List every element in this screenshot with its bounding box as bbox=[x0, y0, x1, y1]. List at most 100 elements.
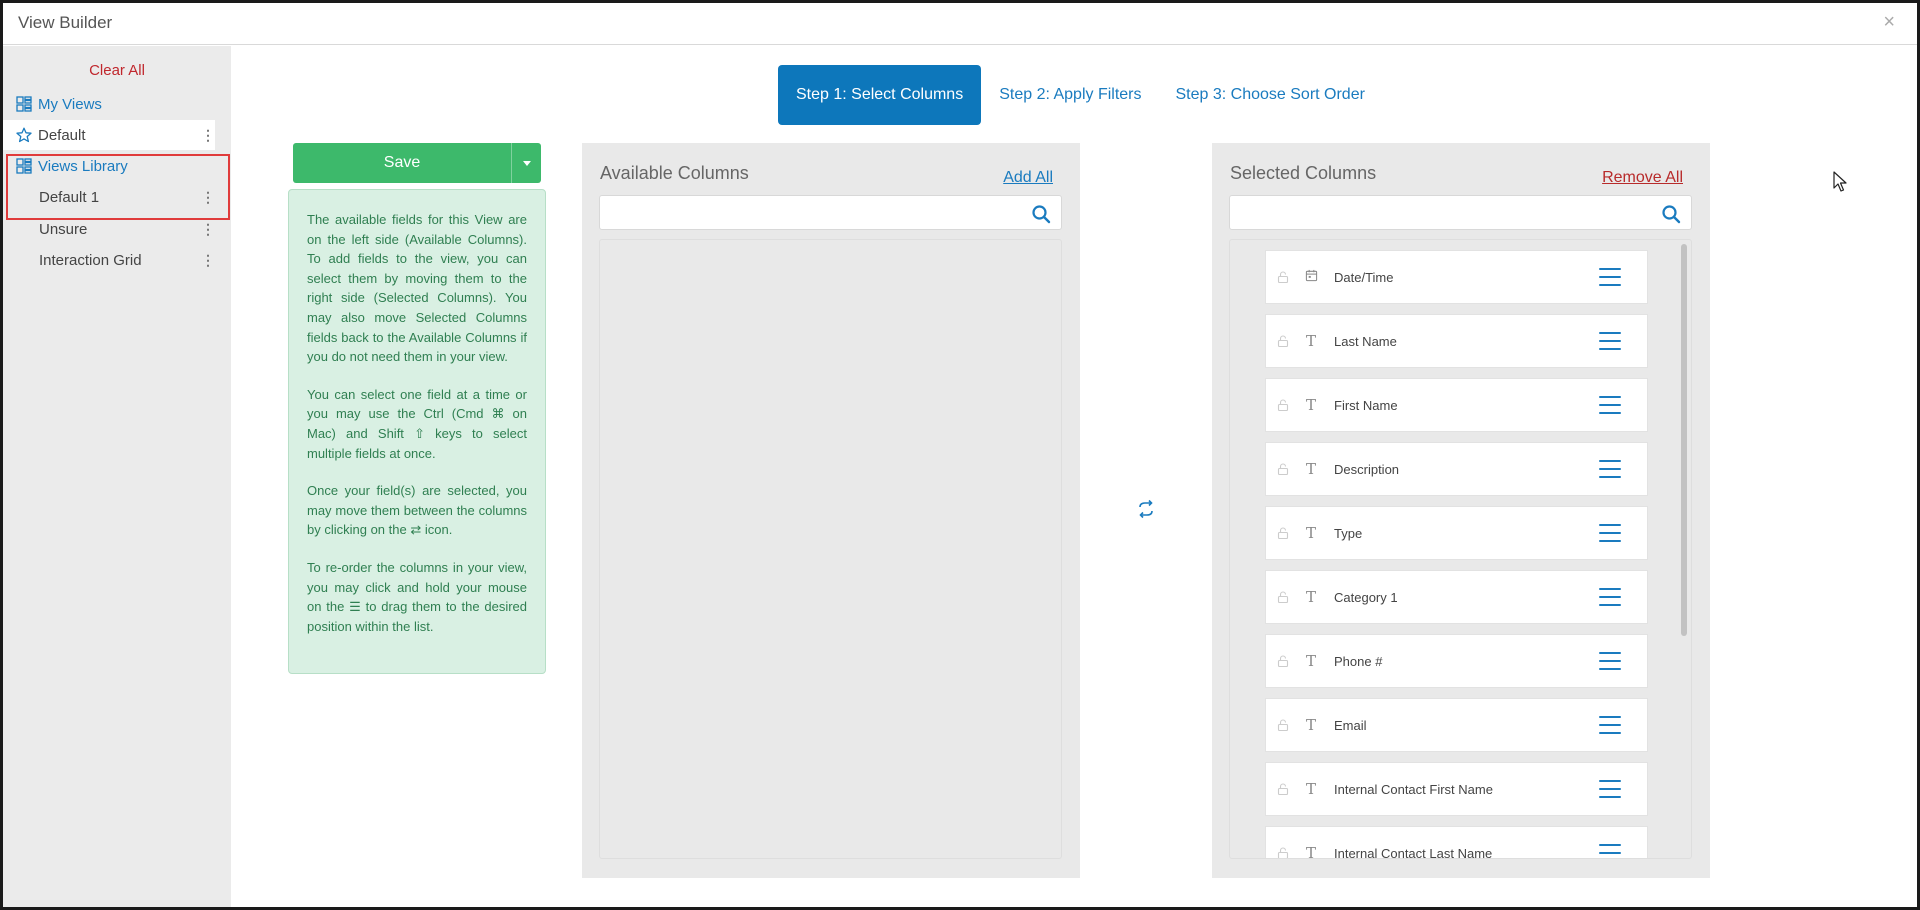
text-type-icon: T bbox=[1305, 844, 1316, 859]
swap-icon[interactable] bbox=[1136, 499, 1156, 519]
sidebar-item-my-views[interactable]: My Views bbox=[3, 89, 215, 119]
sidebar-item-label: My Views bbox=[38, 95, 102, 113]
panel-title: Available Columns bbox=[600, 163, 749, 183]
window-title: View Builder bbox=[18, 13, 113, 32]
more-menu-icon[interactable]: ⋮ bbox=[201, 253, 215, 267]
lock-icon[interactable] bbox=[1276, 718, 1290, 732]
step-nav: Step 1: Select Columns Step 2: Apply Fil… bbox=[778, 65, 1381, 125]
save-label: Save bbox=[383, 154, 421, 171]
view-builder-window: View Builder × Clear All My Views Defaul… bbox=[0, 0, 1920, 910]
text-type-icon: T bbox=[1305, 588, 1316, 606]
column-name: Description bbox=[1334, 461, 1400, 477]
selected-column-item[interactable]: T Last Name bbox=[1265, 314, 1648, 368]
library-item-default-1[interactable]: Default 1 ⋮ bbox=[3, 182, 215, 212]
selected-columns-list[interactable]: Date/Time T Last Name T First Name T Descripti… bbox=[1229, 239, 1692, 859]
help-text: icon. bbox=[421, 522, 453, 538]
available-search-input[interactable] bbox=[600, 196, 1020, 229]
selected-column-item[interactable]: T Email bbox=[1265, 698, 1648, 752]
library-item-label: Default 1 bbox=[39, 188, 100, 206]
remove-all-link[interactable]: Remove All bbox=[1602, 169, 1683, 187]
tab-step-1-select-columns[interactable]: Step 1: Select Columns bbox=[778, 65, 982, 125]
column-name: Email bbox=[1334, 717, 1367, 733]
drag-handle-icon[interactable] bbox=[1599, 652, 1621, 670]
selected-column-item[interactable]: Date/Time bbox=[1265, 250, 1648, 304]
add-all-link[interactable]: Add All bbox=[1003, 169, 1053, 187]
lock-icon[interactable] bbox=[1276, 462, 1290, 476]
more-menu-icon[interactable]: ⋮ bbox=[201, 128, 215, 142]
text-type-icon: T bbox=[1305, 460, 1316, 478]
library-item-unsure[interactable]: Unsure ⋮ bbox=[3, 214, 215, 244]
help-paragraph: The available fields for this View are o… bbox=[307, 212, 527, 365]
column-name: Internal Contact Last Name bbox=[1334, 845, 1493, 859]
library-item-label: Unsure bbox=[39, 220, 88, 238]
caret-down-icon bbox=[522, 160, 531, 166]
available-search bbox=[599, 195, 1062, 230]
library-item-label: Interaction Grid bbox=[39, 251, 142, 269]
views-grid-icon bbox=[16, 96, 32, 112]
lock-icon[interactable] bbox=[1276, 526, 1290, 540]
column-name: Phone # bbox=[1334, 653, 1383, 669]
sidebar: Clear All My Views Default ⋮ Views Libra… bbox=[3, 46, 231, 907]
search-icon[interactable] bbox=[1031, 204, 1051, 224]
sidebar-item-label: Default bbox=[38, 126, 86, 144]
calendar-icon bbox=[1302, 268, 1320, 286]
selected-column-item[interactable]: T Description bbox=[1265, 442, 1648, 496]
lock-icon[interactable] bbox=[1276, 846, 1290, 858]
selected-column-item[interactable]: T Phone # bbox=[1265, 634, 1648, 688]
sidebar-item-views-library[interactable]: Views Library bbox=[3, 151, 215, 181]
lock-icon[interactable] bbox=[1276, 654, 1290, 668]
help-paragraph: Once your field(s) are selected, you may… bbox=[307, 481, 527, 540]
selected-column-item[interactable]: T Internal Contact Last Name bbox=[1265, 826, 1648, 859]
drag-handle-icon[interactable] bbox=[1599, 332, 1621, 350]
help-panel: The available fields for this View are o… bbox=[288, 189, 546, 674]
drag-handle-icon[interactable] bbox=[1599, 716, 1621, 734]
lock-icon[interactable] bbox=[1276, 270, 1290, 284]
lock-icon[interactable] bbox=[1276, 590, 1290, 604]
column-name: Type bbox=[1334, 525, 1363, 541]
text-type-icon: T bbox=[1305, 524, 1316, 542]
drag-handle-icon: ☰ bbox=[349, 599, 361, 615]
drag-handle-icon[interactable] bbox=[1599, 460, 1621, 478]
text-type-icon: T bbox=[1305, 332, 1316, 350]
close-icon[interactable]: × bbox=[1883, 11, 1895, 34]
column-name: Category 1 bbox=[1334, 589, 1398, 605]
column-name: Internal Contact First Name bbox=[1334, 781, 1493, 797]
column-name: First Name bbox=[1334, 397, 1398, 413]
library-item-interaction-grid[interactable]: Interaction Grid ⋮ bbox=[3, 245, 215, 275]
available-columns-list[interactable] bbox=[599, 239, 1062, 859]
selected-column-item[interactable]: T Category 1 bbox=[1265, 570, 1648, 624]
lock-icon[interactable] bbox=[1276, 398, 1290, 412]
more-menu-icon[interactable]: ⋮ bbox=[201, 190, 215, 204]
tab-step-3-sort-order[interactable]: Step 3: Choose Sort Order bbox=[1176, 86, 1365, 104]
panel-title: Selected Columns bbox=[1230, 163, 1377, 183]
drag-handle-icon[interactable] bbox=[1599, 396, 1621, 414]
title-bar: View Builder × bbox=[3, 3, 1917, 45]
drag-handle-icon[interactable] bbox=[1599, 844, 1621, 858]
selected-columns-panel: Selected Columns Remove All Date/Time T La… bbox=[1212, 143, 1710, 878]
drag-handle-icon[interactable] bbox=[1599, 588, 1621, 606]
swap-icon: ⇄ bbox=[410, 522, 422, 538]
save-options-dropdown[interactable] bbox=[511, 143, 541, 183]
selected-search bbox=[1229, 195, 1692, 230]
clear-all-link[interactable]: Clear All bbox=[3, 62, 231, 79]
drag-handle-icon[interactable] bbox=[1599, 524, 1621, 542]
search-icon[interactable] bbox=[1661, 204, 1681, 224]
lock-icon[interactable] bbox=[1276, 782, 1290, 796]
selected-column-item[interactable]: T Type bbox=[1265, 506, 1648, 560]
selected-column-item[interactable]: T First Name bbox=[1265, 378, 1648, 432]
star-icon bbox=[16, 127, 32, 143]
save-button[interactable]: Save bbox=[293, 143, 541, 183]
selected-search-input[interactable] bbox=[1230, 196, 1650, 229]
tab-step-2-apply-filters[interactable]: Step 2: Apply Filters bbox=[999, 86, 1141, 104]
drag-handle-icon[interactable] bbox=[1599, 268, 1621, 286]
drag-handle-icon[interactable] bbox=[1599, 780, 1621, 798]
lock-icon[interactable] bbox=[1276, 334, 1290, 348]
help-paragraph: You can select one field at a time or yo… bbox=[307, 386, 527, 461]
column-name: Date/Time bbox=[1334, 269, 1394, 285]
sidebar-item-default[interactable]: Default ⋮ bbox=[3, 120, 215, 150]
scrollbar[interactable] bbox=[1681, 244, 1687, 636]
selected-column-item[interactable]: T Internal Contact First Name bbox=[1265, 762, 1648, 816]
text-type-icon: T bbox=[1305, 780, 1316, 798]
text-type-icon: T bbox=[1305, 716, 1316, 734]
more-menu-icon[interactable]: ⋮ bbox=[201, 222, 215, 236]
